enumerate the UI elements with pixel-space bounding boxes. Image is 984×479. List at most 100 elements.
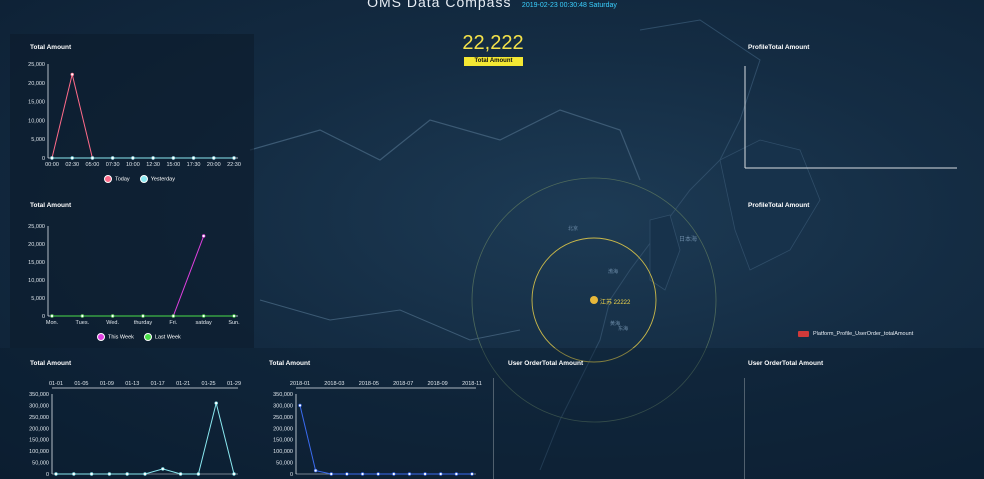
y-tick-label: 20,000 [28, 242, 45, 248]
y-tick-label: 5,000 [31, 137, 45, 143]
kpi-label: Total Amount [464, 57, 523, 66]
x-tick-label: 2018-09 [428, 381, 448, 387]
x-tick-label: 2018-01 [290, 381, 310, 387]
data-point [72, 472, 76, 476]
data-point [470, 472, 474, 476]
legend-swatch [798, 331, 809, 337]
panel-title-hourly: Total Amount [30, 44, 72, 51]
data-point [232, 156, 236, 160]
y-tick-label: 100,000 [29, 449, 49, 455]
data-point [110, 156, 115, 160]
legend-this-week[interactable]: This Week [97, 333, 134, 341]
series-line [299, 405, 472, 475]
x-tick-label: 07:30 [106, 162, 120, 168]
panel-title-weekly: Total Amount [30, 202, 72, 209]
y-tick-label: 25,000 [28, 224, 45, 230]
y-tick-label: 200,000 [29, 426, 49, 432]
y-tick-label: 250,000 [273, 415, 293, 421]
data-point [191, 156, 196, 160]
page-title: OMS Data Compass [367, 0, 512, 10]
legend-yesterday[interactable]: Yesterday [139, 175, 175, 183]
y-tick-label: 25,000 [28, 62, 45, 68]
y-tick-label: 300,000 [29, 403, 49, 409]
data-point [329, 472, 333, 476]
legend-today[interactable]: Today [104, 175, 130, 183]
series-line [52, 235, 205, 317]
panel-title-profile-1: ProfileTotal Amount [748, 44, 810, 51]
profile-legend[interactable]: Platform_Profile_UserOrder_totalAmount [798, 331, 913, 337]
map-place-label: 渤海 [608, 269, 619, 275]
legend-label: Platform_Profile_UserOrder_totalAmount [813, 331, 914, 337]
x-tick-label: 2018-07 [393, 381, 413, 387]
data-point [143, 472, 147, 476]
x-tick-label: 10:00 [126, 162, 140, 168]
series-line [51, 74, 234, 159]
x-tick-label: 20:00 [207, 162, 221, 168]
y-tick-label: 0 [290, 472, 293, 478]
datetime-label: 2019-02-23 00:30:48 Saturday [521, 2, 617, 9]
province-marker [590, 296, 598, 304]
x-tick-label: 22:30 [227, 162, 241, 168]
profile-chart-1 [744, 66, 957, 169]
data-point [454, 472, 459, 476]
x-tick-label: 2018-05 [359, 381, 379, 387]
monthly-chart: 350,000 300,000 250,000 200,000 150,000 100,0… [273, 381, 482, 478]
data-point [171, 156, 176, 160]
korea-peninsula [649, 214, 681, 291]
data-point [54, 472, 58, 476]
map-place-label: 北京 [568, 226, 579, 232]
data-point [212, 156, 216, 160]
data-point [171, 314, 176, 318]
hourly-chart: 25,00020,00015,00010,0005,000000:00 02:30… [28, 62, 241, 168]
x-tick-label: thurday [134, 320, 153, 326]
border-line [249, 109, 641, 181]
data-point [298, 403, 302, 408]
x-tick-label: 12:30 [146, 162, 160, 168]
data-point [407, 472, 412, 476]
x-tick-label: 01-13 [125, 381, 139, 387]
data-point [214, 401, 218, 405]
y-tick-label: 150,000 [273, 438, 293, 444]
x-tick-label: Mon. [46, 320, 59, 326]
data-point [90, 156, 95, 160]
data-point [80, 314, 85, 318]
x-tick-label: 00:00 [45, 162, 59, 168]
divider [493, 378, 494, 479]
data-point [232, 314, 236, 318]
x-tick-label: 17:30 [187, 162, 201, 168]
x-tick-label: 01-05 [74, 381, 88, 387]
daily-chart: 350,000 300,000 250,000 200,000 150,000 100,0… [29, 381, 241, 478]
y-tick-label: 50,000 [276, 461, 293, 467]
kpi-value: 22,222 [462, 32, 524, 54]
x-tick-label: Sun. [228, 320, 240, 326]
y-tick-label: 20,000 [28, 81, 45, 87]
x-tick-label: 01-17 [151, 381, 165, 387]
series-line [56, 402, 235, 475]
x-tick-label: 01-01 [49, 381, 63, 387]
data-point [151, 156, 155, 160]
y-tick-label: 50,000 [32, 461, 49, 467]
data-point [125, 472, 129, 476]
panel-title-profile-2: ProfileTotal Amount [748, 202, 810, 209]
y-tick-label: 10,000 [28, 118, 45, 124]
panel-title-user-order-1: User OrderTotal Amount [508, 360, 584, 367]
data-point [392, 472, 396, 476]
data-point [196, 472, 201, 476]
data-point [110, 314, 115, 318]
y-tick-label: 350,000 [29, 392, 49, 398]
y-tick-label: 350,000 [273, 392, 293, 398]
data-point [141, 314, 145, 318]
legend-last-week[interactable]: Last Week [143, 333, 181, 341]
hourly-legend: Today Yesterday [104, 175, 175, 183]
data-point [201, 314, 206, 318]
x-tick-label: 01-25 [202, 381, 216, 387]
x-tick-label: Tues. [76, 320, 90, 326]
x-tick-label: 01-21 [176, 381, 190, 387]
data-point [131, 156, 135, 160]
y-tick-label: 10,000 [28, 278, 45, 284]
panel-title-daily: Total Amount [30, 360, 72, 367]
x-tick-label: 2018-03 [324, 381, 344, 387]
weekly-legend: This Week Last Week [97, 333, 181, 341]
x-tick-label: 02:30 [65, 162, 79, 168]
data-point [376, 472, 380, 476]
